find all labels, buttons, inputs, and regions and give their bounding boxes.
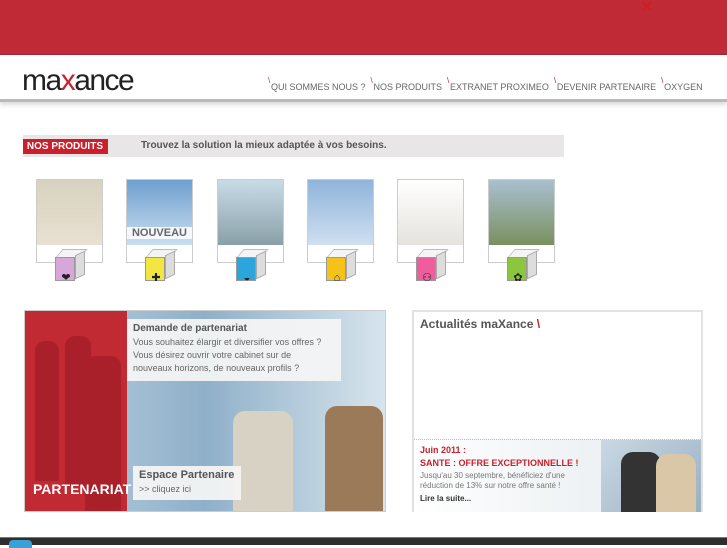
partenariat-red-panel: PARTENARIAT xyxy=(25,311,131,511)
footer xyxy=(0,537,727,548)
product-image xyxy=(218,180,283,245)
product-image xyxy=(37,180,102,245)
nav-item[interactable]: DEVENIR PARTENAIRE xyxy=(554,76,661,92)
products-tag: NOS PRODUITS xyxy=(23,139,108,154)
products-bar: NOS PRODUITS Trouvez la solution la mieu… xyxy=(23,135,564,157)
product-cube[interactable]: ❤ xyxy=(55,249,88,287)
nav-item[interactable]: EXTRANET PROXIMEO xyxy=(447,76,554,92)
news-title: Actualités maXance \ xyxy=(420,317,541,331)
partnership-line: nouveaux horizons, de nouveaux profils ? xyxy=(133,363,300,373)
health-cross-icon: ✚ xyxy=(151,272,161,284)
businessman-right xyxy=(325,406,383,511)
close-icon[interactable]: ✕ xyxy=(640,0,653,16)
partnership-request-title: Demande de partenariat xyxy=(133,323,247,334)
news-body: réduction de 13% sur notre offre santé ! xyxy=(420,481,561,490)
nav-item[interactable]: NOS PRODUITS xyxy=(371,76,448,92)
news-photo xyxy=(601,440,701,512)
news-item[interactable]: Juin 2011 : SANTE : OFFRE EXCEPTIONNELLE… xyxy=(414,439,701,512)
couple-icon: ❤ xyxy=(61,272,71,284)
espace-partenaire-cta[interactable]: >> cliquez ici xyxy=(139,484,235,494)
product-image xyxy=(489,180,554,245)
partenariat-title: PARTENARIAT xyxy=(33,481,132,497)
product-image xyxy=(308,180,373,245)
paw-icon: ✿ xyxy=(513,272,523,284)
house-icon: ⌂ xyxy=(333,272,341,284)
product-cube[interactable]: ⌂ xyxy=(326,249,359,287)
navbar: maxance QUI SOMMES NOUS ?NOS PRODUITSEXT… xyxy=(0,56,727,102)
partnership-request-box[interactable]: Demande de partenariat Vous souhaitez él… xyxy=(127,319,341,381)
products-tagline: Trouvez la solution la mieux adaptée à v… xyxy=(141,140,387,151)
nav-item[interactable]: QUI SOMMES NOUS ? xyxy=(268,76,371,92)
product-cube[interactable]: ⚇ xyxy=(416,249,449,287)
car-icon: ⚇ xyxy=(422,272,432,284)
new-badge: NOUVEAU xyxy=(127,227,192,239)
businessman-left xyxy=(233,411,293,511)
helmet-icon: ◒ xyxy=(243,272,251,284)
social-icon[interactable] xyxy=(9,540,32,548)
espace-partenaire-title: Espace Partenaire xyxy=(139,469,235,481)
product-cube[interactable]: ✿ xyxy=(507,249,540,287)
partenariat-banner[interactable]: PARTENARIAT Demande de partenariat Vous … xyxy=(24,310,386,512)
product-cube[interactable]: ✚ xyxy=(145,249,178,287)
logo[interactable]: maxance xyxy=(22,64,135,98)
news-panel: Actualités maXance \ Juin 2011 : SANTE :… xyxy=(412,310,703,512)
product-cube[interactable]: ◒ xyxy=(236,249,269,287)
nav-item[interactable]: OXYGEN xyxy=(661,76,708,92)
news-body: Jusqu'au 30 septembre, bénéficiez d'une xyxy=(420,471,565,480)
news-headline[interactable]: SANTE : OFFRE EXCEPTIONNELLE ! xyxy=(420,458,579,468)
partnership-line: Vous souhaitez élargir et diversifier vo… xyxy=(133,337,322,347)
news-date: Juin 2011 : xyxy=(420,445,467,455)
read-more-link[interactable]: Lire la suite... xyxy=(420,494,471,503)
product-image xyxy=(398,180,463,245)
top-banner: ✕ xyxy=(0,0,727,55)
espace-partenaire-link[interactable]: Espace Partenaire >> cliquez ici xyxy=(133,466,241,500)
partnership-line: Vous désirez ouvrir votre cabinet sur de xyxy=(133,350,292,360)
main-nav: QUI SOMMES NOUS ?NOS PRODUITSEXTRANET PR… xyxy=(268,76,708,92)
